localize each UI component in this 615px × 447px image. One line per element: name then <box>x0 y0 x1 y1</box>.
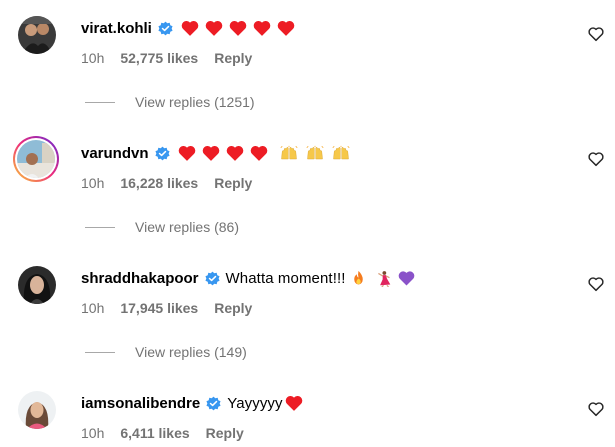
red-heart-icon <box>181 20 199 36</box>
fire-icon <box>350 270 367 287</box>
like-count[interactable]: 6,411 likes <box>120 425 189 441</box>
reply-button[interactable]: Reply <box>206 425 244 441</box>
comment-text: Whatta moment!!! <box>225 269 346 287</box>
red-heart-icon <box>202 145 220 161</box>
heart-outline-icon[interactable] <box>588 26 604 42</box>
comment-body: varundvn <box>81 141 356 165</box>
reply-button[interactable]: Reply <box>214 300 252 316</box>
view-replies-label[interactable]: View replies (149) <box>135 344 247 360</box>
red-heart-icon <box>226 145 244 161</box>
replies-divider <box>85 351 115 353</box>
heart-outline-icon[interactable] <box>588 401 604 417</box>
red-heart-icon <box>250 145 268 161</box>
red-heart-icon <box>205 20 223 36</box>
raised-hands-icon <box>306 145 324 161</box>
verified-badge-icon <box>206 396 221 411</box>
like-count[interactable]: 17,945 likes <box>120 300 198 316</box>
comment-meta: 10h 17,945 likes Reply <box>81 299 252 317</box>
replies-divider <box>85 101 115 103</box>
avatar[interactable] <box>18 391 56 429</box>
comment-meta: 10h 16,228 likes Reply <box>81 174 252 192</box>
username[interactable]: virat.kohli <box>81 20 152 37</box>
heart-outline-icon[interactable] <box>588 276 604 292</box>
raised-hands-icon <box>332 145 350 161</box>
view-replies-label[interactable]: View replies (1251) <box>135 94 255 110</box>
view-replies-button[interactable]: View replies (1251) <box>85 93 255 111</box>
avatar[interactable] <box>18 16 56 54</box>
dancer-icon <box>375 270 392 287</box>
reply-button[interactable]: Reply <box>214 175 252 191</box>
emoji-row <box>178 145 356 161</box>
comment-text: Yayyyyy <box>227 394 283 412</box>
replies-divider <box>85 226 115 228</box>
comment-body: iamsonalibendre Yayyyyy <box>81 391 309 415</box>
like-count[interactable]: 16,228 likes <box>120 175 198 191</box>
username[interactable]: iamsonalibendre <box>81 395 200 412</box>
comment-meta: 10h 52,775 likes Reply <box>81 49 252 67</box>
timestamp[interactable]: 10h <box>81 300 104 316</box>
avatar-with-story-ring[interactable] <box>12 135 60 183</box>
view-replies-label[interactable]: View replies (86) <box>135 219 239 235</box>
username[interactable]: varundvn <box>81 145 149 162</box>
verified-badge-icon <box>204 271 220 286</box>
red-heart-icon <box>229 20 247 36</box>
timestamp[interactable]: 10h <box>81 175 104 191</box>
red-heart-icon <box>178 145 196 161</box>
avatar[interactable] <box>18 266 56 304</box>
red-heart-icon <box>277 20 295 36</box>
verified-badge-icon <box>158 21 173 36</box>
verified-badge-icon <box>154 146 170 161</box>
raised-hands-icon <box>280 145 298 161</box>
timestamp[interactable]: 10h <box>81 425 104 441</box>
purple-heart-icon <box>398 270 415 287</box>
username[interactable]: shraddhakapoor <box>81 270 199 287</box>
reply-button[interactable]: Reply <box>214 50 252 66</box>
comment-body: shraddhakapoor Whatta moment!!! <box>81 266 415 290</box>
view-replies-button[interactable]: View replies (149) <box>85 343 247 361</box>
emoji-row <box>181 20 301 36</box>
heart-outline-icon[interactable] <box>588 151 604 167</box>
comment-body: virat.kohli <box>81 16 301 40</box>
view-replies-button[interactable]: View replies (86) <box>85 218 239 236</box>
timestamp[interactable]: 10h <box>81 50 104 66</box>
comment-meta: 10h 6,411 likes Reply <box>81 424 244 442</box>
red-heart-icon <box>253 20 271 36</box>
like-count[interactable]: 52,775 likes <box>120 50 198 66</box>
red-heart-icon <box>285 395 303 411</box>
